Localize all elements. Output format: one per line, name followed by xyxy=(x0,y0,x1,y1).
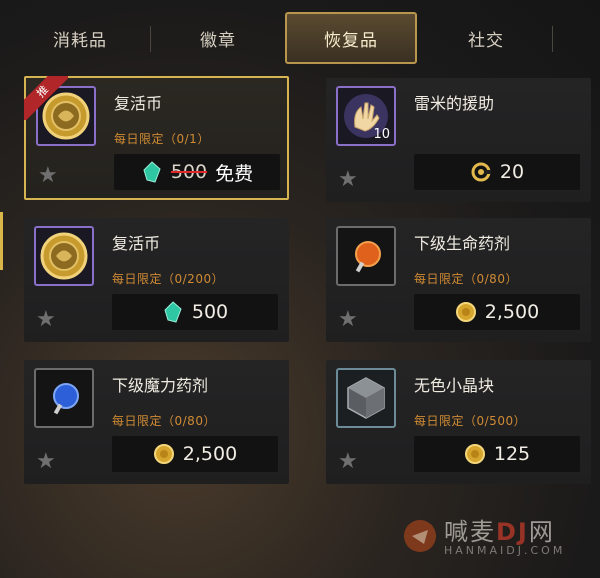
favorite-star-icon[interactable]: ★ xyxy=(38,163,58,188)
site-watermark: 喊麦DJ网 HANMAIDJ.COM xyxy=(400,508,596,574)
watermark-text: 喊麦DJ网 xyxy=(444,518,555,546)
shop-item-card[interactable]: ★ 无色小晶块 每日限定（0/500） 125 xyxy=(326,360,591,484)
revive-coin-icon xyxy=(34,226,94,286)
daily-limit: 每日限定（0/80） xyxy=(414,272,518,286)
tab-consumables[interactable]: 消耗品 xyxy=(14,12,146,64)
buy-button[interactable]: 500 xyxy=(112,294,278,330)
price-value: 2,500 xyxy=(484,301,540,323)
gold-coin-icon xyxy=(455,302,476,322)
favorite-star-icon[interactable]: ★ xyxy=(338,449,358,474)
original-price: 500 xyxy=(170,161,208,183)
item-name: 无色小晶块 xyxy=(414,376,495,395)
mp-potion-icon xyxy=(34,368,94,428)
hp-potion-icon xyxy=(336,226,396,286)
tab-social[interactable]: 社交 xyxy=(420,12,552,64)
buy-button[interactable]: 500 免费 xyxy=(114,154,280,190)
buy-button[interactable]: 20 xyxy=(414,154,580,190)
category-tabs: 消耗品 徽章 恢复品 社交 xyxy=(0,0,600,66)
daily-limit: 每日限定（0/200） xyxy=(112,272,225,286)
favorite-star-icon[interactable]: ★ xyxy=(338,307,358,332)
favorite-star-icon[interactable]: ★ xyxy=(36,449,56,474)
price-value: 125 xyxy=(493,443,531,465)
icon-count: 10 xyxy=(373,127,390,142)
gold-coin-icon xyxy=(464,444,485,464)
item-name: 雷米的援助 xyxy=(414,94,495,113)
recommend-ribbon: 推 xyxy=(24,76,68,120)
gold-coin-icon xyxy=(153,444,174,464)
helping-hand-icon: 10 xyxy=(336,86,396,146)
free-label: 免费 xyxy=(215,162,254,185)
watermark-logo-icon xyxy=(404,520,436,552)
watermark-url: HANMAIDJ.COM xyxy=(444,544,566,557)
item-name: 复活币 xyxy=(112,234,161,253)
gem-icon xyxy=(164,301,182,323)
tab-recovery[interactable]: 恢复品 xyxy=(285,12,417,64)
item-name: 复活币 xyxy=(114,94,163,113)
price-value: 2,500 xyxy=(182,443,238,465)
buy-button[interactable]: 125 xyxy=(414,436,580,472)
price-value: 500 xyxy=(191,301,229,323)
shop-item-card[interactable]: ★ 复活币 每日限定（0/200） 500 xyxy=(24,218,289,342)
tab-divider xyxy=(552,26,553,52)
shop-item-card[interactable]: 推 ★ 复活币 每日限定（0/1） 500 免费 xyxy=(24,76,289,200)
gem-icon xyxy=(143,161,161,183)
shop-item-card[interactable]: 10 ★ 雷米的援助 20 xyxy=(326,78,591,202)
daily-limit: 每日限定（0/80） xyxy=(112,414,216,428)
shop-item-card[interactable]: ★ 下级生命药剂 每日限定（0/80） 2,500 xyxy=(326,218,591,342)
buy-button[interactable]: 2,500 xyxy=(112,436,278,472)
item-name: 下级魔力药剂 xyxy=(112,376,209,395)
favorite-star-icon[interactable]: ★ xyxy=(338,167,358,192)
favorite-star-icon[interactable]: ★ xyxy=(36,307,56,332)
daily-limit: 每日限定（0/500） xyxy=(414,414,527,428)
price-value: 20 xyxy=(499,161,525,183)
tab-divider xyxy=(150,26,151,52)
scroll-indicator xyxy=(0,212,3,270)
crystal-icon xyxy=(336,368,396,428)
buy-button[interactable]: 2,500 xyxy=(414,294,580,330)
item-name: 下级生命药剂 xyxy=(414,234,511,253)
daily-limit: 每日限定（0/1） xyxy=(114,132,210,146)
c-token-icon xyxy=(471,162,491,182)
tab-badges[interactable]: 徽章 xyxy=(152,12,284,64)
shop-item-card[interactable]: ★ 下级魔力药剂 每日限定（0/80） 2,500 xyxy=(24,360,289,484)
